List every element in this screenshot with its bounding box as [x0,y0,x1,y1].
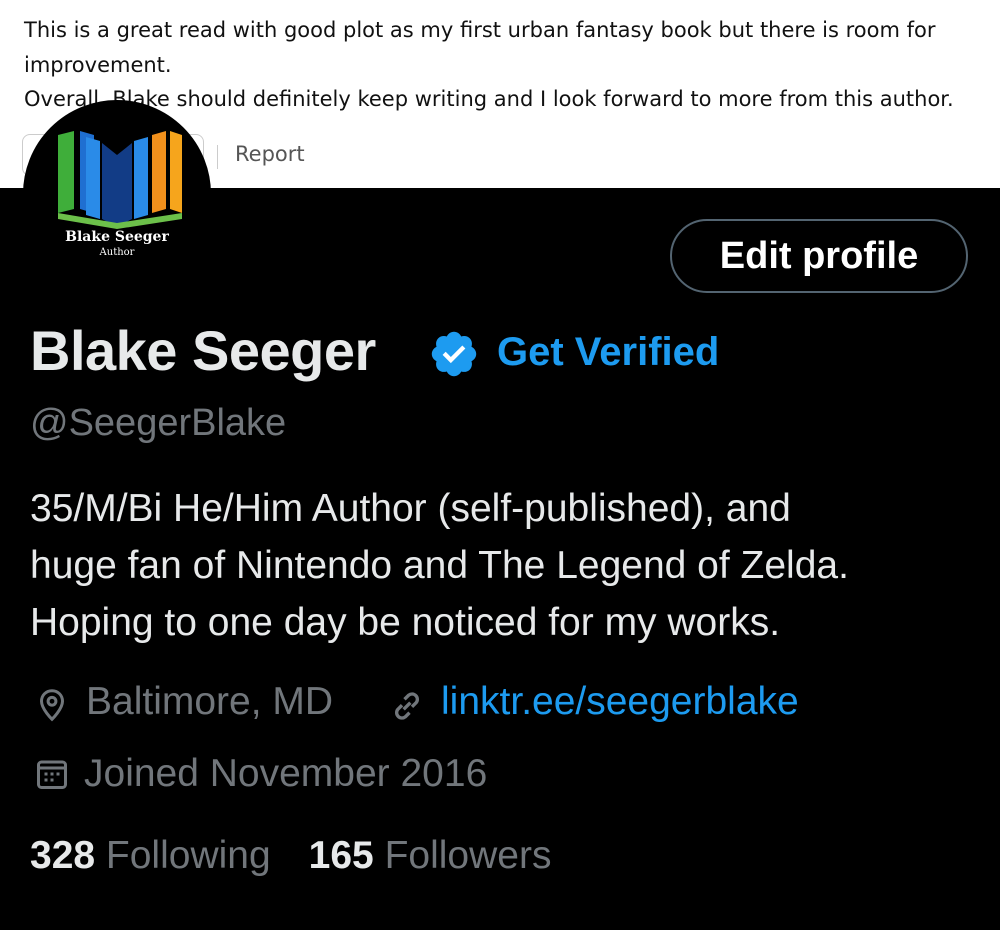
profile-bio: 35/M/Bi He/Him Author (self-published), … [30,480,990,651]
edit-profile-button[interactable]: Edit profile [670,219,968,293]
profile-meta-row: Baltimore, MD linktr.ee/seegerblake [0,680,1000,730]
report-link[interactable]: Report [235,142,305,166]
divider [217,145,218,169]
joined-date: Joined November 2016 [84,752,488,795]
followers-label: Followers [384,834,552,877]
profile-website-link[interactable]: linktr.ee/seegerblake [441,680,799,724]
display-name: Blake Seeger [30,319,376,382]
user-handle: @SeegerBlake [30,402,287,444]
following-link[interactable]: 328 Following [30,834,271,877]
follow-stats: 328 Following 165 Followers [30,834,551,878]
review-text-line: improvement. [24,53,172,77]
avatar-subtitle: Author [99,247,135,258]
review-text-line: This is a great read with good plot as m… [24,18,936,42]
get-verified-link[interactable]: Get Verified [497,330,719,375]
avatar[interactable]: Blake Seeger Author [23,100,211,288]
following-label: Following [105,834,271,877]
book-logo-icon [58,131,182,229]
location-text: Baltimore, MD [86,680,334,723]
bio-line: huge fan of Nintendo and The Legend of Z… [30,544,849,587]
calendar-icon [37,760,67,789]
bio-line: Hoping to one day be noticed for my work… [30,601,781,644]
location-pin-icon [39,689,65,722]
followers-count: 165 [308,834,374,877]
followers-link[interactable]: 165 Followers [309,834,552,877]
verified-badge-icon[interactable] [428,328,480,380]
following-count: 328 [30,834,96,877]
avatar-title: Blake Seeger [65,229,169,245]
link-icon [395,692,419,720]
bio-line: 35/M/Bi He/Him Author (self-published), … [30,487,791,530]
profile-joined-row: Joined November 2016 [0,752,1000,802]
